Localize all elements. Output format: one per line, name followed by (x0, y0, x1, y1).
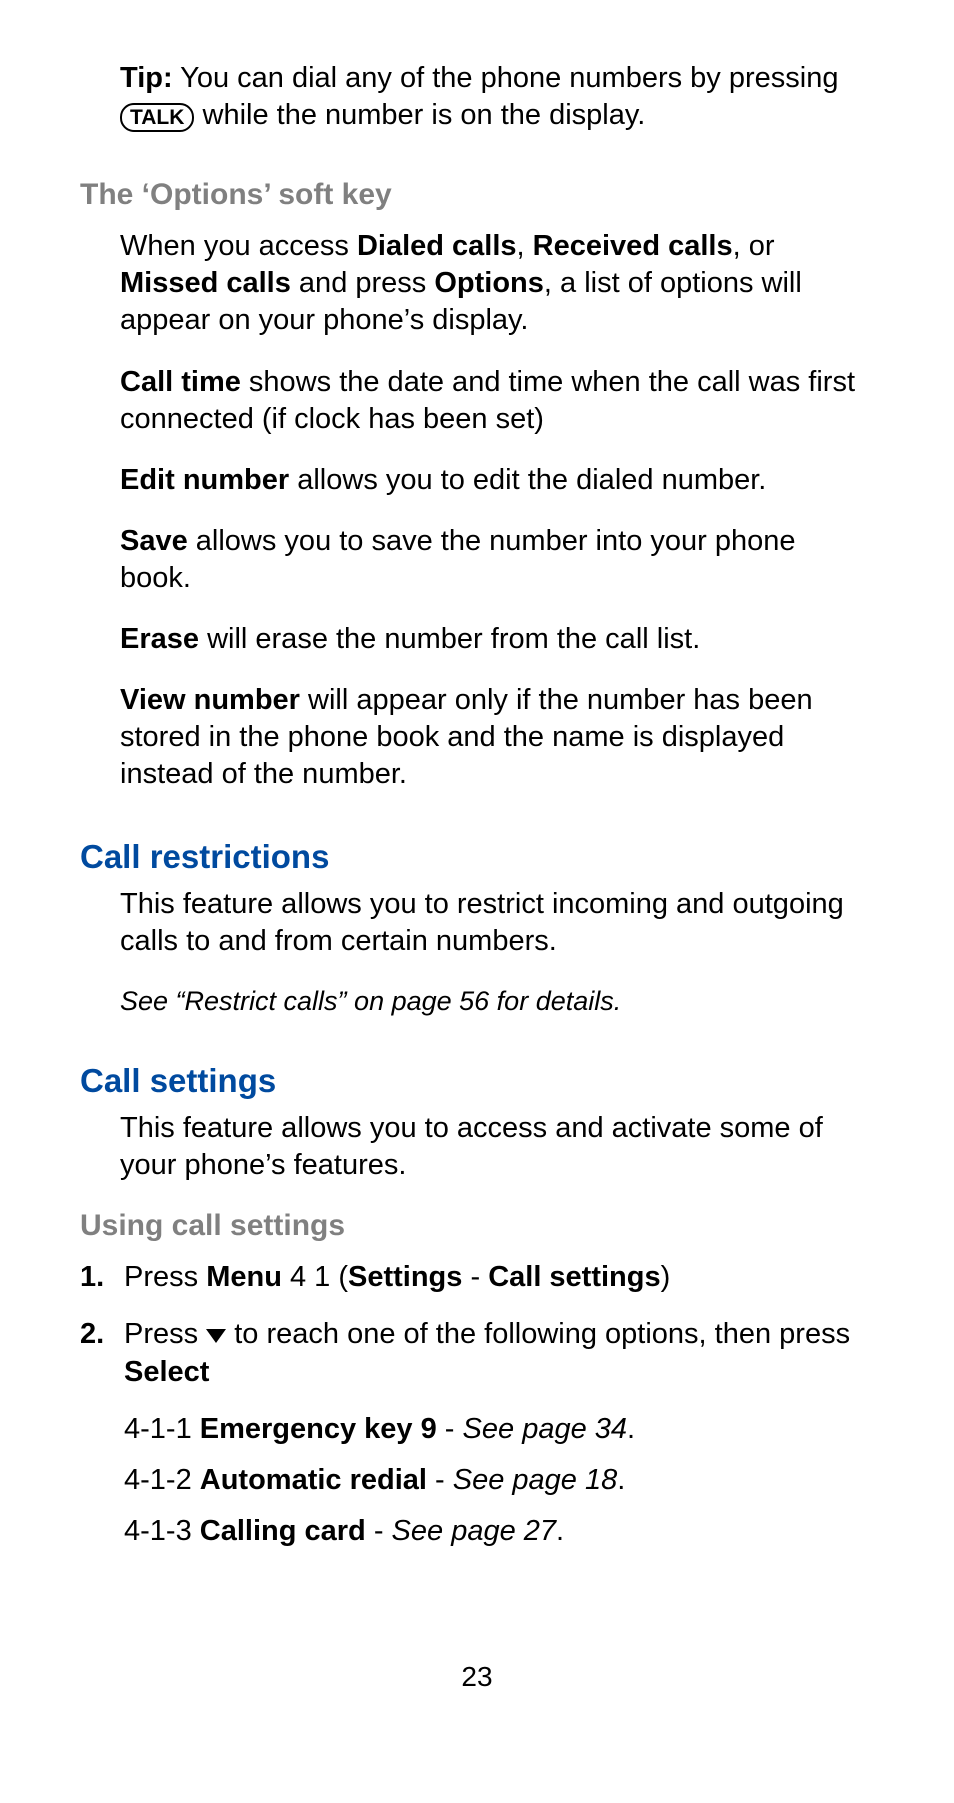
options-softkey-heading: The ‘Options’ soft key (80, 178, 874, 212)
page-number: 23 (0, 1661, 954, 1693)
view-number-paragraph: View number will appear only if the numb… (120, 682, 874, 793)
settings-label: Settings (348, 1261, 462, 1293)
text: When you access (120, 230, 357, 262)
call-time-label: Call time (120, 366, 241, 398)
text: 4-1-3 (124, 1515, 200, 1547)
options-intro: When you access Dialed calls, Received c… (120, 228, 874, 339)
text: . (627, 1413, 635, 1445)
call-restrictions-see: See “Restrict calls” on page 56 for deta… (120, 984, 874, 1019)
text: - (462, 1261, 488, 1293)
received-calls-label: Received calls (533, 230, 733, 262)
text: 4-1-1 (124, 1413, 200, 1445)
options-label: Options (434, 267, 544, 299)
erase-paragraph: Erase will erase the number from the cal… (120, 621, 874, 658)
call-settings-label: Call settings (488, 1261, 660, 1293)
text: to reach one of the following options, t… (226, 1318, 850, 1350)
subitem-4-1-2: 4-1-2 Automatic redial - See page 18. (124, 1462, 874, 1499)
view-number-label: View number (120, 684, 300, 716)
step-2-sublist: 4-1-1 Emergency key 9 - See page 34. 4-1… (124, 1411, 874, 1550)
edit-number-label: Edit number (120, 464, 289, 496)
call-settings-heading: Call settings (80, 1062, 874, 1100)
step-number: 2. (80, 1316, 104, 1353)
tip-label: Tip: (120, 62, 173, 94)
text: allows you to save the number into your … (120, 525, 796, 594)
text: and press (291, 267, 434, 299)
page: Tip: You can dial any of the phone numbe… (0, 0, 954, 1803)
missed-calls-label: Missed calls (120, 267, 291, 299)
tip-text-before: You can dial any of the phone numbers by… (173, 62, 839, 94)
down-arrow-icon (206, 1316, 226, 1353)
see-page-text: See page 27 (392, 1515, 556, 1547)
call-restrictions-body: This feature allows you to restrict inco… (120, 886, 874, 960)
edit-number-paragraph: Edit number allows you to edit the diale… (120, 462, 874, 499)
save-paragraph: Save allows you to save the number into … (120, 523, 874, 597)
menu-label: Menu (206, 1261, 282, 1293)
subitem-4-1-1: 4-1-1 Emergency key 9 - See page 34. (124, 1411, 874, 1448)
save-label: Save (120, 525, 188, 557)
text: 4-1-2 (124, 1464, 200, 1496)
using-call-settings-heading: Using call settings (80, 1209, 874, 1243)
text: allows you to edit the dialed number. (289, 464, 766, 496)
text: Press (124, 1261, 206, 1293)
talk-key-icon: TALK (120, 103, 194, 132)
text: - (437, 1413, 463, 1445)
automatic-redial-label: Automatic redial (200, 1464, 427, 1496)
text: ) (661, 1261, 671, 1293)
step-number: 1. (80, 1259, 104, 1296)
text: will erase the number from the call list… (199, 623, 700, 655)
see-page-text: See page 34 (463, 1413, 627, 1445)
text: - (427, 1464, 453, 1496)
call-restrictions-heading: Call restrictions (80, 838, 874, 876)
text: . (617, 1464, 625, 1496)
text: 4 1 ( (282, 1261, 348, 1293)
dialed-calls-label: Dialed calls (357, 230, 517, 262)
text: . (556, 1515, 564, 1547)
tip-paragraph: Tip: You can dial any of the phone numbe… (120, 60, 874, 134)
text: Press (124, 1318, 206, 1350)
step-1: 1. Press Menu 4 1 (Settings - Call setti… (80, 1259, 874, 1296)
call-settings-body: This feature allows you to access and ac… (120, 1110, 874, 1184)
emergency-key-label: Emergency key 9 (200, 1413, 437, 1445)
text: , or (733, 230, 775, 262)
steps-list: 1. Press Menu 4 1 (Settings - Call setti… (80, 1259, 874, 1550)
select-label: Select (124, 1356, 209, 1388)
text: - (366, 1515, 392, 1547)
call-time-paragraph: Call time shows the date and time when t… (120, 364, 874, 438)
step-2: 2. Press to reach one of the following o… (80, 1316, 874, 1550)
tip-text-after: while the number is on the display. (194, 99, 645, 131)
erase-label: Erase (120, 623, 199, 655)
subitem-4-1-3: 4-1-3 Calling card - See page 27. (124, 1513, 874, 1550)
calling-card-label: Calling card (200, 1515, 366, 1547)
see-page-text: See page 18 (453, 1464, 617, 1496)
text: , (517, 230, 533, 262)
